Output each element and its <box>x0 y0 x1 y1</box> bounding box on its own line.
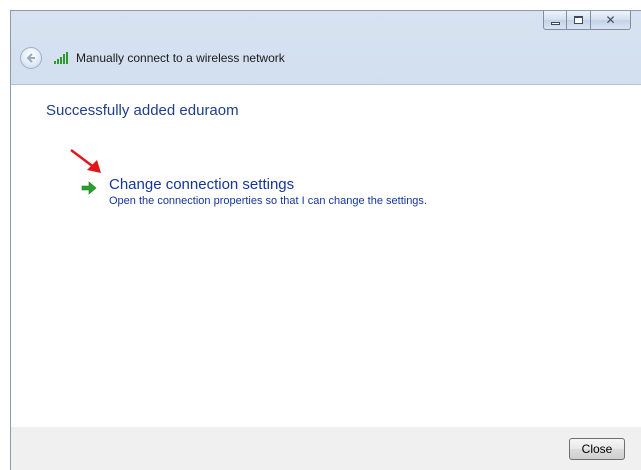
wireless-signal-icon <box>54 52 68 64</box>
wizard-window: ✕ Manually connect to a wireless network… <box>10 10 641 470</box>
close-icon: ✕ <box>605 13 616 27</box>
close-button[interactable]: Close <box>569 438 625 460</box>
option-description: Open the connection properties so that I… <box>109 195 427 207</box>
option-title[interactable]: Change connection settings <box>109 176 427 194</box>
change-connection-settings-option[interactable]: Change connection settings Open the conn… <box>81 176 427 207</box>
red-arrow-icon <box>70 149 101 173</box>
option-text: Change connection settings Open the conn… <box>109 176 427 207</box>
minimize-icon <box>550 21 560 25</box>
maximize-button[interactable] <box>567 11 591 30</box>
window-close-button[interactable]: ✕ <box>591 11 631 30</box>
wizard-footer: Close <box>11 427 641 470</box>
wizard-title: Manually connect to a wireless network <box>76 51 285 65</box>
wizard-header: Manually connect to a wireless network <box>11 45 641 71</box>
maximize-icon <box>574 16 583 24</box>
back-button[interactable] <box>20 47 42 69</box>
back-arrow-icon <box>26 53 35 63</box>
green-arrow-icon <box>81 181 97 195</box>
caption-buttons: ✕ <box>543 11 631 32</box>
content-panel: Successfully added eduraom Change connec… <box>11 84 641 428</box>
page-title: Successfully added eduraom <box>46 102 239 119</box>
minimize-button[interactable] <box>543 11 567 30</box>
